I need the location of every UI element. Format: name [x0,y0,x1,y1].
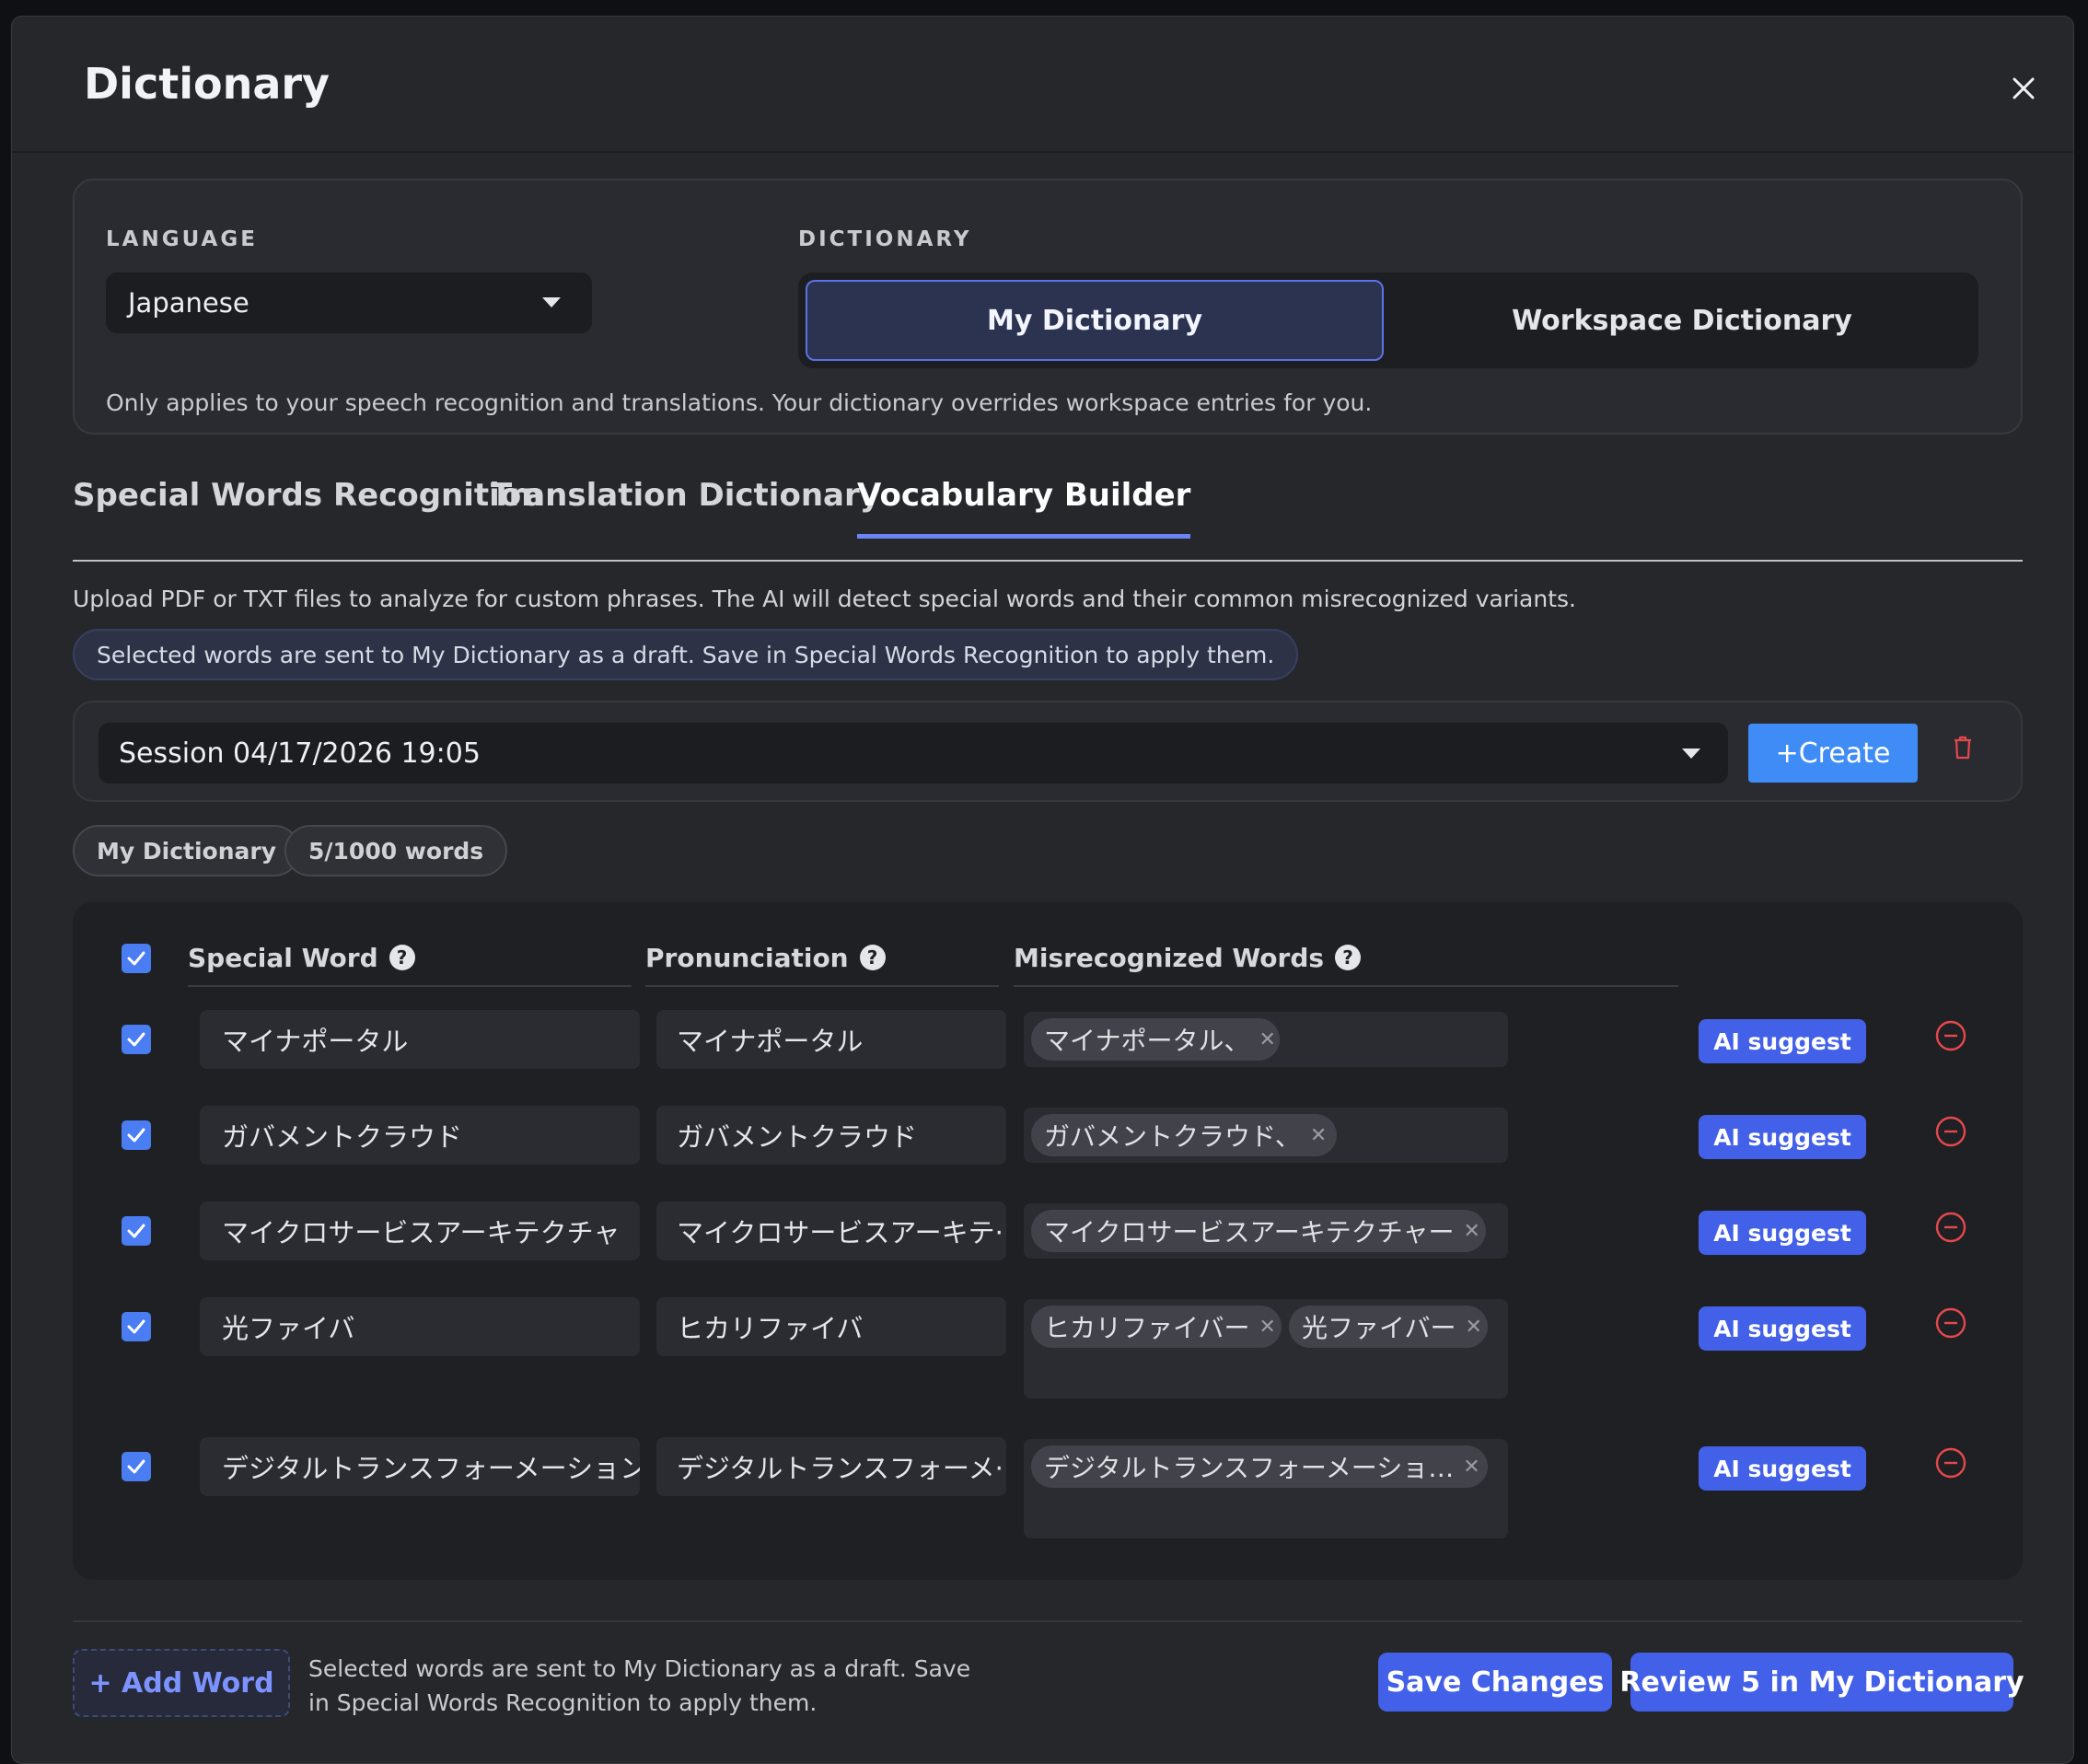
draft-info-pill: Selected words are sent to My Dictionary… [73,629,1299,680]
header-special-word: Special Word? [188,930,632,987]
pronunciation-input[interactable]: デジタルトランスフォーメ· [656,1437,1006,1496]
ai-suggest-button[interactable]: AI suggest [1699,1211,1866,1255]
special-word-input[interactable]: 光ファイバ [200,1297,640,1356]
misrecognized-tag: ヒカリファイバー ✕ [1031,1306,1282,1348]
language-select[interactable]: Japanese [106,273,592,333]
toggle-workspace-dictionary[interactable]: Workspace Dictionary [1393,280,1971,361]
pronunciation-input[interactable]: ガバメントクラウド [656,1106,1006,1165]
misrecognized-tag: ガバメントクラウド、 ✕ [1031,1114,1337,1156]
session-bar: Session 04/17/2026 19:05 +Create [73,701,2023,802]
review-dictionary-button[interactable]: Review 5 in My Dictionary [1619,1653,2024,1712]
row-checkbox[interactable] [122,1120,151,1150]
remove-tag-icon[interactable]: ✕ [1465,1316,1481,1339]
special-word-input[interactable]: マイクロサービスアーキテクチャ [200,1201,640,1260]
vocabulary-intro: Upload PDF or TXT files to analyze for c… [73,586,1576,612]
misrecognized-tag: マイナポータル、 ✕ [1031,1018,1280,1061]
pronunciation-input[interactable]: マイナポータル [656,1010,1006,1069]
remove-tag-icon[interactable]: ✕ [1463,1456,1479,1479]
pronunciation-input[interactable]: マイクロサービスアーキテ· [656,1201,1006,1260]
ai-suggest-button[interactable]: AI suggest [1699,1019,1866,1063]
remove-tag-icon[interactable]: ✕ [1463,1220,1479,1243]
delete-session-button[interactable] [1953,736,1984,769]
minus-circle-icon [1935,1212,1966,1243]
session-value: Session 04/17/2026 19:05 [119,737,481,770]
misrecognized-words-field[interactable]: マイナポータル、 ✕ [1024,1012,1508,1067]
dictionary-toggle: My Dictionary Workspace Dictionary [798,273,1978,368]
row-checkbox[interactable] [122,1025,151,1054]
add-word-button[interactable]: + Add Word [73,1649,290,1717]
row-checkbox[interactable] [122,1312,151,1341]
tab-special-words-recognition[interactable]: Special Words Recognition [73,477,543,534]
remove-row-button[interactable] [1935,1020,1966,1051]
help-icon[interactable]: ? [1335,945,1362,970]
check-icon [127,1459,145,1474]
row-checkbox[interactable] [122,1452,151,1481]
create-session-button[interactable]: +Create [1748,724,1918,783]
check-icon [127,1032,145,1047]
minus-circle-icon [1935,1116,1966,1147]
word-count-chip: 5/1000 words [284,825,508,876]
misrecognized-tag: デジタルトランスフォーメーショ… ✕ [1031,1445,1488,1488]
modal-title: Dictionary [84,59,331,109]
remove-tag-icon[interactable]: ✕ [1259,1028,1275,1051]
misrecognized-words-field[interactable]: ガバメントクラウド、 ✕ [1024,1108,1508,1163]
vocabulary-table: Special Word? Pronunciation? Misrecogniz… [73,902,2023,1580]
ai-suggest-button[interactable]: AI suggest [1699,1446,1866,1491]
save-changes-button[interactable]: Save Changes [1378,1653,1612,1712]
dictionary-label: DICTIONARY [798,227,972,251]
language-value: Japanese [128,287,249,319]
trash-icon [1955,736,1971,760]
pronunciation-input[interactable]: ヒカリファイバ [656,1297,1006,1356]
check-icon [127,951,145,966]
row-checkbox[interactable] [122,1216,151,1246]
toggle-my-dictionary[interactable]: My Dictionary [806,280,1384,361]
header-misrecognized-words: Misrecognized Words? [1014,930,1678,987]
remove-row-button[interactable] [1935,1116,1966,1147]
misrecognized-words-field[interactable]: ヒカリファイバー ✕ 光ファイバー ✕ [1024,1299,1508,1398]
ai-suggest-button[interactable]: AI suggest [1699,1306,1866,1351]
dictionary-tabs: Special Words Recognition Translation Di… [73,468,2023,562]
ai-suggest-button[interactable]: AI suggest [1699,1115,1866,1159]
caret-down-icon [1682,749,1700,759]
help-icon[interactable]: ? [859,945,886,970]
close-icon [2013,77,2035,99]
header-pronunciation: Pronunciation? [645,930,999,987]
help-icon[interactable]: ? [389,945,415,970]
footer-draft-note: Selected words are sent to My Dictionary… [308,1655,971,1716]
dictionary-modal: Dictionary LANGUAGE Japanese DICTIONARY … [11,16,2074,1764]
session-select[interactable]: Session 04/17/2026 19:05 [99,723,1728,783]
close-button[interactable] [1996,61,2051,116]
check-icon [127,1319,145,1334]
remove-row-button[interactable] [1935,1447,1966,1479]
remove-tag-icon[interactable]: ✕ [1259,1316,1275,1339]
footer-divider [73,1620,2023,1622]
minus-circle-icon [1935,1020,1966,1051]
check-icon [127,1128,145,1143]
caret-down-icon [542,297,561,308]
language-dictionary-settings: LANGUAGE Japanese DICTIONARY My Dictiona… [73,179,2023,435]
dictionary-chip: My Dictionary [73,825,301,876]
misrecognized-tag: 光ファイバー ✕ [1289,1306,1488,1348]
minus-circle-icon [1935,1307,1966,1339]
dictionary-scope-note: Only applies to your speech recognition … [106,389,1373,416]
check-icon [127,1224,145,1238]
tab-translation-dictionary[interactable]: Translation Dictionary [491,477,880,534]
minus-circle-icon [1935,1447,1966,1479]
misrecognized-words-field[interactable]: マイクロサービスアーキテクチャー ✕ [1024,1203,1508,1259]
special-word-input[interactable]: マイナポータル [200,1010,640,1069]
special-word-input[interactable]: ガバメントクラウド [200,1106,640,1165]
modal-header: Dictionary [12,17,2073,153]
remove-row-button[interactable] [1935,1307,1966,1339]
remove-tag-icon[interactable]: ✕ [1310,1124,1327,1147]
language-label: LANGUAGE [106,227,258,251]
select-all-checkbox[interactable] [122,944,151,973]
misrecognized-tag: マイクロサービスアーキテクチャー ✕ [1031,1210,1486,1252]
special-word-input[interactable]: デジタルトランスフォーメーション [200,1437,640,1496]
tab-vocabulary-builder[interactable]: Vocabulary Builder [857,477,1191,539]
remove-row-button[interactable] [1935,1212,1966,1243]
misrecognized-words-field[interactable]: デジタルトランスフォーメーショ… ✕ [1024,1439,1508,1538]
